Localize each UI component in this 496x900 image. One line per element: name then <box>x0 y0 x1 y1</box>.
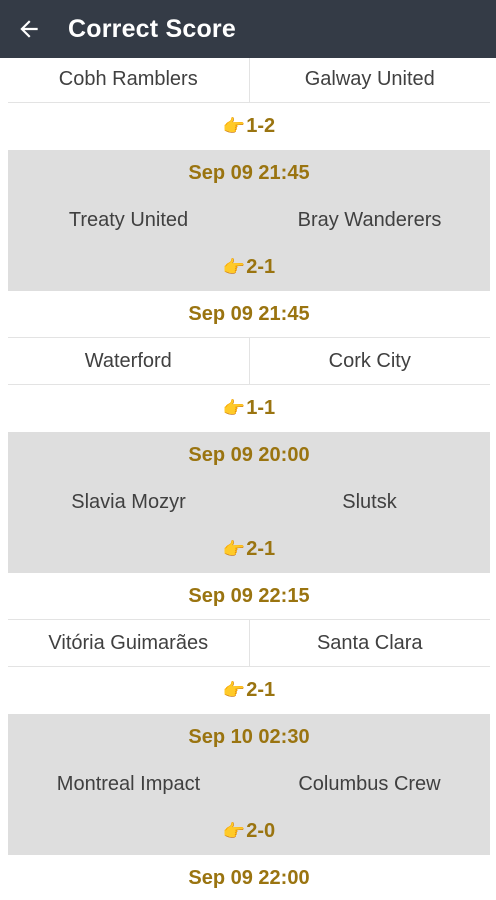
match-time: Sep 09 21:45 <box>188 302 310 325</box>
tip-card[interactable]: Sep 09 21:45 Waterford Cork City 👉1-1 <box>8 291 490 432</box>
predicted-score: 👉2-1 <box>222 538 276 560</box>
score-row: 👉1-1 <box>8 385 490 432</box>
match-teams-row: Montreal Impact Columbus Crew <box>8 761 490 808</box>
arrow-left-icon <box>20 20 38 38</box>
match-time: Sep 09 22:00 <box>188 867 310 889</box>
score-row: 👉2-1 <box>8 526 490 573</box>
away-team: Slutsk <box>342 491 397 513</box>
pointing-hand-icon: 👉 <box>222 539 246 559</box>
app-bar: Correct Score <box>0 0 496 58</box>
home-team: Waterford <box>8 338 250 384</box>
pointing-hand-icon: 👉 <box>222 257 246 277</box>
match-time: Sep 09 20:00 <box>188 444 310 466</box>
pointing-hand-icon: 👉 <box>222 680 246 700</box>
home-team: Vitória Guimarães <box>8 620 250 666</box>
match-time-row: Sep 09 21:45 <box>8 150 490 197</box>
home-team: Montreal Impact <box>56 773 201 795</box>
pointing-hand-icon: 👉 <box>222 398 246 418</box>
score-row: 👉1-2 <box>8 103 490 150</box>
correct-score-screen: Correct Score Cobh Ramblers Galway Unite… <box>0 0 496 900</box>
tip-card[interactable]: Sep 09 22:15 Vitória Guimarães Santa Cla… <box>8 573 490 714</box>
match-teams-row: Treaty United Bray Wanderers <box>8 197 490 244</box>
predicted-score: 👉1-1 <box>222 397 276 419</box>
score-row: 👉2-0 <box>8 808 490 855</box>
match-time-row: Sep 09 20:00 <box>8 432 490 479</box>
back-button[interactable] <box>0 0 58 58</box>
match-time: Sep 09 21:45 <box>188 162 310 184</box>
away-team: Bray Wanderers <box>297 209 442 231</box>
away-team: Cork City <box>328 349 411 372</box>
home-team: Cobh Ramblers <box>8 58 250 102</box>
home-team: Slavia Mozyr <box>71 491 186 513</box>
match-time-row: Sep 09 22:00 <box>8 855 490 892</box>
away-team: Columbus Crew <box>298 773 441 795</box>
tip-card[interactable]: Sep 10 02:30 Montreal Impact Columbus Cr… <box>8 714 490 855</box>
home-team: Treaty United <box>68 209 189 231</box>
predicted-score: 👉1-2 <box>222 115 276 137</box>
tip-card[interactable]: Sep 09 22:00 <box>8 855 490 892</box>
match-time-row: Sep 09 22:15 <box>8 573 490 620</box>
tip-card[interactable]: Sep 09 20:00 Slavia Mozyr Slutsk 👉2-1 <box>8 432 490 573</box>
away-team: Santa Clara <box>316 631 423 654</box>
predicted-score: 👉2-1 <box>222 256 276 278</box>
score-row: 👉2-1 <box>8 244 490 291</box>
tip-card[interactable]: Sep 09 21:45 Treaty United Bray Wanderer… <box>8 150 490 291</box>
match-teams-row: Vitória Guimarães Santa Clara <box>8 620 490 667</box>
pointing-hand-icon: 👉 <box>222 116 246 136</box>
predicted-score: 👉2-0 <box>222 820 276 842</box>
tips-list-container[interactable]: Cobh Ramblers Galway United 👉1-2 Sep 09 … <box>8 58 490 892</box>
score-row: 👉2-1 <box>8 667 490 714</box>
pointing-hand-icon: 👉 <box>222 821 246 841</box>
predicted-score: 👉2-1 <box>222 679 276 701</box>
match-time: Sep 09 22:15 <box>188 584 310 607</box>
match-time: Sep 10 02:30 <box>188 726 310 748</box>
match-teams-row: Waterford Cork City <box>8 338 490 385</box>
tips-list: Cobh Ramblers Galway United 👉1-2 Sep 09 … <box>8 58 490 892</box>
page-title: Correct Score <box>68 14 236 43</box>
match-teams-row[interactable]: Cobh Ramblers Galway United <box>8 58 490 103</box>
bottom-edge <box>0 892 496 900</box>
match-teams-row: Slavia Mozyr Slutsk <box>8 479 490 526</box>
away-team: Galway United <box>304 67 435 90</box>
match-time-row: Sep 10 02:30 <box>8 714 490 761</box>
match-time-row: Sep 09 21:45 <box>8 291 490 338</box>
